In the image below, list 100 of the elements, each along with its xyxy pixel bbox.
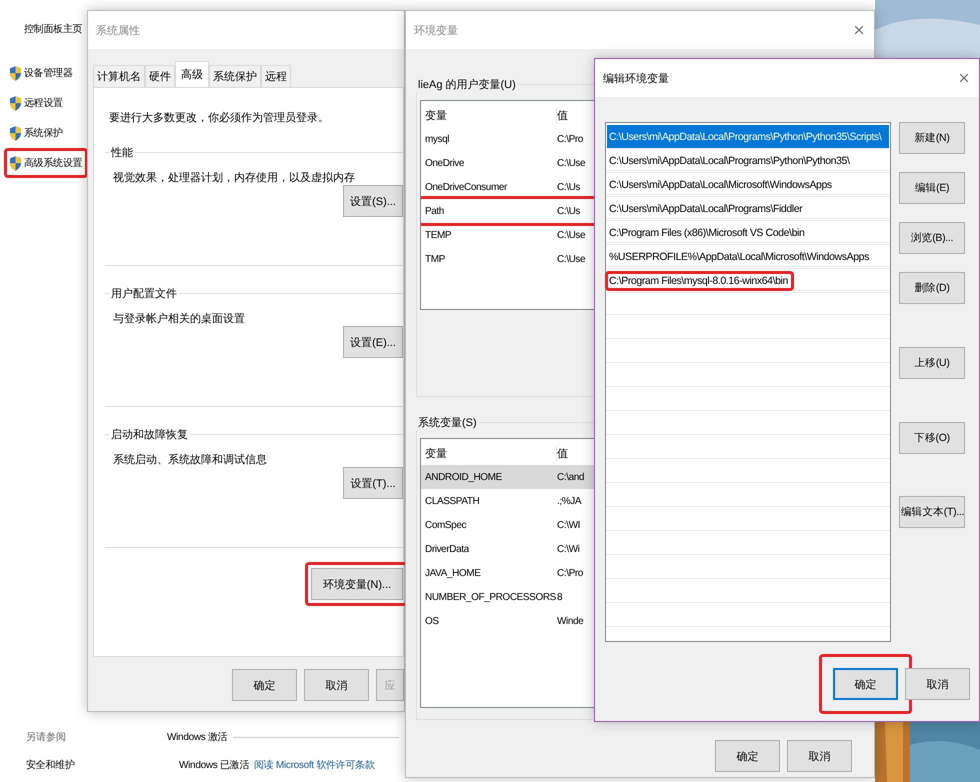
dialog-button[interactable]: 确定	[715, 740, 780, 772]
close-icon[interactable]	[957, 71, 971, 85]
tab[interactable]: 计算机名	[93, 65, 145, 87]
variable-row[interactable]: NUMBER_OF_PROCESSORS8	[421, 585, 595, 609]
dialog-button[interactable]: 取消	[787, 740, 852, 772]
variable-name: ComSpec	[425, 520, 468, 530]
variable-name: Path	[425, 206, 445, 216]
variable-value: C:\Use	[557, 230, 586, 240]
variable-row[interactable]: OneDrive C:\Use	[421, 151, 595, 175]
variable-name: JAVA_HOME	[425, 568, 482, 578]
section-heading: 另请参阅	[26, 730, 67, 744]
settings-button[interactable]: 设置(E)...	[343, 326, 403, 358]
window-title: 环境变量	[414, 24, 458, 38]
variable-row[interactable]: ANDROID_HOME C:\and	[421, 465, 595, 489]
variable-name: NUMBER_OF_PROCESSORS	[425, 592, 557, 602]
tab[interactable]: 硬件	[145, 65, 175, 87]
environment-variables-button[interactable]: 环境变量(N)...	[311, 568, 403, 600]
path-entry[interactable]: C:\Users\mi\AppData\Local\Programs\Python\Python35\Scripts\	[607, 125, 889, 149]
path-entry[interactable]: C:\Program Files (x86)\Microsoft VS Code\bin	[607, 221, 889, 245]
side-button[interactable]: 编辑文本(T)...	[899, 496, 965, 528]
variable-name: OneDrive	[425, 158, 466, 168]
task-link[interactable]: 设备管理器	[24, 66, 73, 80]
variable-name: DriverData	[425, 544, 470, 554]
group-description: 与登录帐户相关的桌面设置	[113, 312, 246, 326]
variable-value: 8	[557, 592, 564, 602]
close-icon[interactable]	[852, 23, 866, 37]
window-title: 编辑环境变量	[603, 72, 669, 86]
shield-icon	[10, 66, 21, 80]
dialog-button[interactable]: 确定	[232, 669, 297, 701]
variable-name: TMP	[425, 254, 446, 264]
section-heading: Windows 激活	[167, 731, 228, 744]
dialog-button[interactable]: 取消	[304, 669, 369, 701]
group-description: 视觉效果，处理器计划，内存使用，以及虚拟内存	[113, 170, 356, 185]
path-list[interactable]	[605, 122, 891, 642]
variable-name: ANDROID_HOME	[425, 472, 503, 482]
variable-name: TEMP	[425, 230, 452, 240]
variable-row[interactable]: DriverData C:\Wi	[421, 537, 595, 561]
path-entry[interactable]: C:\Users\mi\AppData\Local\Programs\Fiddler	[607, 197, 889, 221]
license-link[interactable]: 阅读 Microsoft 软件许可条款	[254, 758, 374, 772]
tab[interactable]: 高级	[175, 61, 209, 88]
path-entry[interactable]: C:\Program Files\mysql-8.0.16-winx64\bin	[607, 269, 889, 293]
path-entry[interactable]: C:\Users\mi\AppData\Local\Programs\Python\Python35\	[607, 149, 889, 173]
variable-value: C:\Pro	[557, 134, 584, 144]
variable-value: Winde	[557, 616, 584, 626]
variable-name: OneDriveConsumer	[425, 182, 508, 192]
column-header[interactable]: 变量	[425, 446, 557, 460]
side-button[interactable]: 浏览(B)...	[899, 222, 965, 254]
variable-value: C:\WI	[557, 520, 581, 530]
window-title: 系统属性	[96, 24, 140, 38]
path-entry[interactable]: C:\Users\mi\AppData\Local\Microsoft\WindowsApps	[607, 173, 889, 197]
tab[interactable]: 系统保护	[209, 65, 261, 87]
shield-icon	[10, 156, 21, 170]
shield-icon	[10, 126, 21, 140]
variable-value: C:\Use	[557, 158, 586, 168]
variable-name: mysql	[425, 134, 450, 144]
variable-name: CLASSPATH	[425, 496, 480, 506]
group-title: 系统变量(S)	[417, 416, 478, 430]
side-button[interactable]: 下移(O)	[899, 422, 965, 454]
side-button[interactable]: 删除(D)	[899, 272, 965, 304]
settings-button[interactable]: 设置(S)...	[343, 185, 403, 217]
task-link[interactable]: 远程设置	[24, 96, 63, 110]
activation-status: Windows 已激活	[179, 759, 250, 772]
task-link[interactable]: 系统保护	[24, 126, 63, 140]
variable-value: C:\and	[557, 472, 586, 482]
see-also-link[interactable]: 安全和维护	[26, 758, 167, 772]
variable-name: OS	[425, 616, 440, 626]
group-title: 性能	[110, 146, 134, 160]
group-title: lieAg 的用户变量(U)	[417, 78, 517, 92]
tab[interactable]: 远程	[261, 65, 291, 87]
variable-value: C:\Pro	[557, 568, 584, 578]
variable-list[interactable]: 变量 值 mysql C:\Pro OneDrive C:\Use OneDriveConsumer C:\Us Path C:\Us TEMP C:\Use TMP C:\Use	[420, 100, 596, 310]
variable-row[interactable]: CLASSPATH .;%JA	[421, 489, 595, 513]
variable-value: .;%JA	[557, 496, 582, 506]
variable-list[interactable]: 变量 值 ANDROID_HOME C:\and CLASSPATH .;%JA ComSpec C:\WI DriverData C:\Wi JAVA_HOME C:\Pro NUMBER_OF_PROCESSORS8 OS Winde	[420, 438, 596, 708]
group-title: 启动和故障恢复	[110, 428, 189, 442]
dialog-button[interactable]: 取消	[905, 668, 970, 700]
variable-row[interactable]: JAVA_HOME C:\Pro	[421, 561, 595, 585]
variable-value: C:\Use	[557, 254, 586, 264]
column-header[interactable]: 变量	[425, 108, 557, 122]
group-title: 用户配置文件	[110, 286, 178, 301]
home-link[interactable]: 控制面板主页	[24, 22, 82, 36]
variable-value: C:\Us	[557, 182, 582, 192]
variable-row[interactable]: ComSpec C:\WI	[421, 513, 595, 537]
variable-row[interactable]: OneDriveConsumer C:\Us	[421, 175, 595, 199]
variable-row[interactable]: TEMP C:\Use	[421, 223, 595, 247]
group-description: 系统启动、系统故障和调试信息	[113, 452, 268, 467]
admin-notice: 要进行大多数更改，你必须作为管理员登录。	[109, 110, 330, 125]
variable-row[interactable]: TMP C:\Use	[421, 247, 595, 271]
settings-button[interactable]: 设置(T)...	[343, 467, 403, 499]
variable-value: C:\Wi	[557, 544, 580, 554]
path-entry[interactable]: %USERPROFILE%\AppData\Local\Microsoft\WindowsApps	[607, 245, 889, 269]
side-button[interactable]: 上移(U)	[899, 347, 965, 379]
shield-icon	[10, 96, 21, 110]
variable-row[interactable]: OS Winde	[421, 609, 595, 633]
variable-row[interactable]: mysql C:\Pro	[421, 127, 595, 151]
dialog-button[interactable]: 确定	[833, 668, 898, 700]
side-button[interactable]: 新建(N)	[899, 122, 965, 154]
side-button[interactable]: 编辑(E)	[899, 172, 965, 204]
variable-value: C:\Us	[557, 206, 582, 216]
task-link[interactable]: 高级系统设置	[24, 156, 82, 170]
